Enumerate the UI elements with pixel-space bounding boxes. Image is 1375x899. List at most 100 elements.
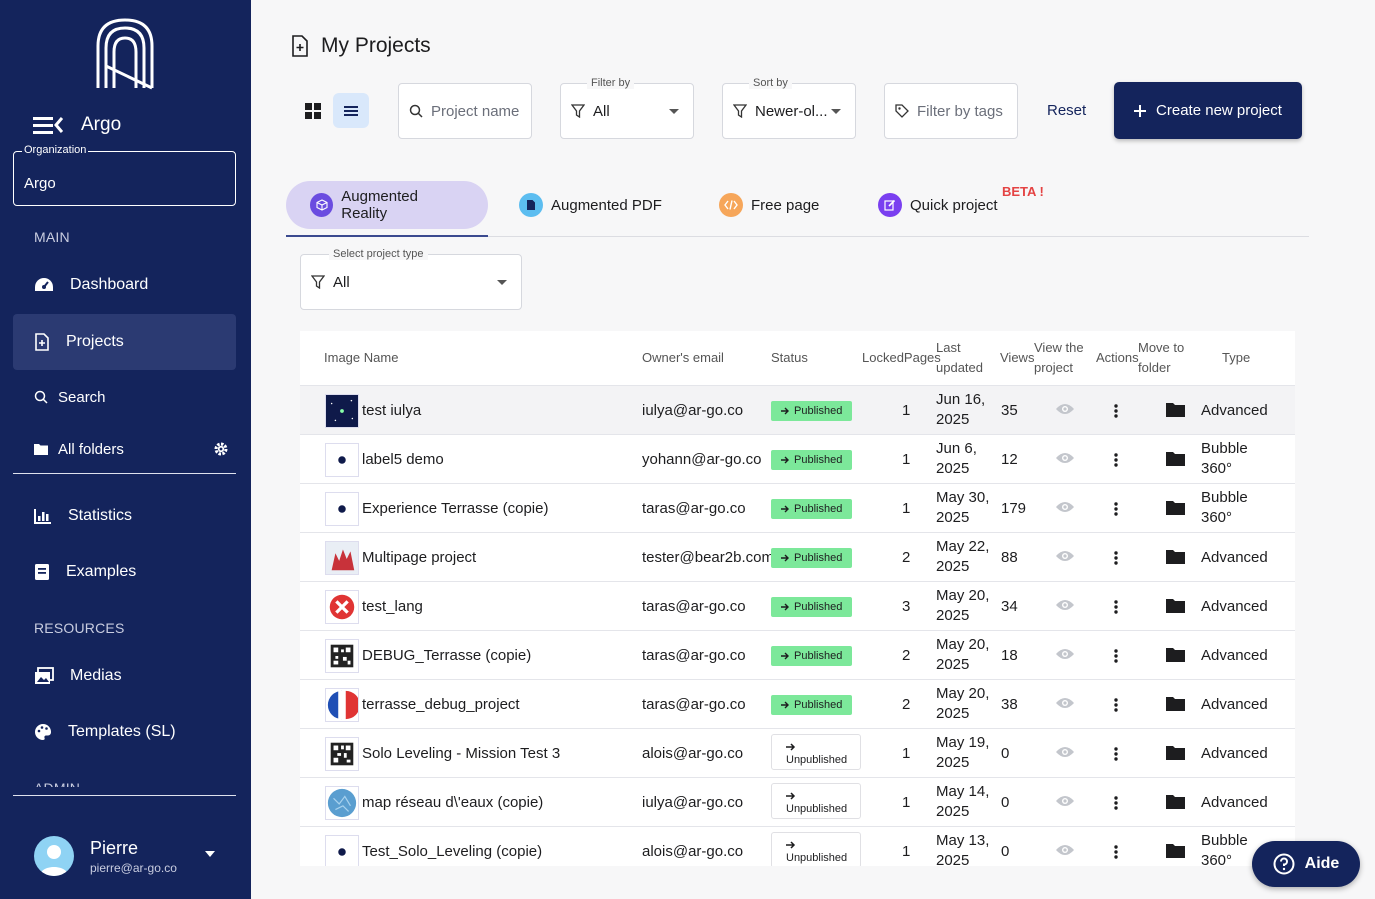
project-name[interactable]: test iulya (362, 401, 637, 421)
table-row[interactable]: test_lang taras@ar-go.co Published 3 May… (300, 582, 1295, 631)
project-thumbnail (325, 786, 359, 820)
table-row[interactable]: Experience Terrasse (copie) taras@ar-go.… (300, 484, 1295, 533)
folder-icon[interactable] (1166, 745, 1185, 760)
nav-templates[interactable]: Templates (SL) (13, 704, 236, 760)
folder-icon[interactable] (1166, 500, 1185, 515)
tags-filter-input[interactable]: Filter by tags (884, 83, 1018, 139)
nav-medias[interactable]: Medias (13, 648, 236, 704)
eye-icon[interactable] (1055, 794, 1075, 808)
project-name[interactable]: map réseau d\'eaux (copie) (362, 793, 637, 813)
table-row[interactable]: Multipage project tester@bear2b.com Publ… (300, 533, 1295, 582)
table-row[interactable]: DEBUG_Terrasse (copie) taras@ar-go.co Pu… (300, 631, 1295, 680)
arrow-right-icon (786, 792, 796, 800)
project-thumbnail (325, 688, 359, 722)
eye-icon[interactable] (1055, 696, 1075, 710)
collapse-menu-icon[interactable] (33, 115, 63, 135)
last-updated-date: May 19, (936, 734, 990, 751)
status-badge[interactable]: Published (771, 548, 853, 568)
code-icon (719, 193, 743, 217)
folder-icon[interactable] (1166, 696, 1185, 711)
status-badge[interactable]: Unpublished (771, 832, 861, 866)
table-row[interactable]: test iulya iulya@ar-go.co Published 1 Ju… (300, 386, 1295, 435)
reset-button[interactable]: Reset (1047, 102, 1086, 119)
table-row[interactable]: map réseau d\'eaux (copie) iulya@ar-go.c… (300, 778, 1295, 827)
more-vertical-icon[interactable] (1113, 403, 1119, 419)
eye-icon[interactable] (1055, 843, 1075, 857)
eye-icon[interactable] (1055, 402, 1075, 416)
nav-templates-label: Templates (SL) (68, 723, 176, 740)
folder-icon[interactable] (1166, 402, 1185, 417)
project-name[interactable]: terrasse_debug_project (362, 695, 637, 715)
nav-all-folders-label: All folders (58, 440, 124, 458)
gear-icon[interactable] (214, 442, 228, 456)
status-badge[interactable]: Published (771, 450, 853, 470)
more-vertical-icon[interactable] (1113, 746, 1119, 762)
nav-dashboard[interactable]: Dashboard (13, 257, 236, 313)
table-row[interactable]: label5 demo yohann@ar-go.co Published 1 … (300, 435, 1295, 484)
folder-icon[interactable] (1166, 843, 1185, 858)
project-name[interactable]: Experience Terrasse (copie) (362, 499, 637, 519)
folder-icon[interactable] (1166, 794, 1185, 809)
folder-icon[interactable] (1166, 598, 1185, 613)
project-name[interactable]: DEBUG_Terrasse (copie) (362, 646, 637, 666)
filter-by-select[interactable]: Filter by All (560, 77, 694, 139)
table-row[interactable]: Solo Leveling - Mission Test 3 alois@ar-… (300, 729, 1295, 778)
grid-view-toggle[interactable] (295, 93, 331, 128)
project-type-select[interactable]: Select project type All (300, 248, 522, 310)
eye-icon[interactable] (1055, 451, 1075, 465)
project-name[interactable]: label5 demo (362, 450, 637, 470)
project-name[interactable]: test_lang (362, 597, 637, 617)
more-vertical-icon[interactable] (1113, 501, 1119, 517)
more-vertical-icon[interactable] (1113, 452, 1119, 468)
status-badge[interactable]: Published (771, 695, 853, 715)
project-name[interactable]: Solo Leveling - Mission Test 3 (362, 744, 637, 764)
project-name[interactable]: Multipage project (362, 548, 637, 568)
nav-examples[interactable]: Examples (13, 544, 236, 600)
status-badge[interactable]: Published (771, 597, 853, 617)
more-vertical-icon[interactable] (1113, 648, 1119, 664)
eye-icon[interactable] (1055, 598, 1075, 612)
more-vertical-icon[interactable] (1113, 795, 1119, 811)
folder-icon[interactable] (1166, 451, 1185, 466)
tab-quick-project[interactable]: Quick project (878, 181, 998, 229)
list-view-toggle[interactable] (333, 93, 369, 128)
user-profile[interactable]: Pierre pierre@ar-go.co (34, 836, 177, 876)
chevron-down-icon[interactable] (205, 851, 215, 857)
nav-all-folders[interactable]: All folders (13, 429, 236, 469)
project-type: Advanced (1201, 646, 1268, 666)
beta-badge: BETA ! (1002, 184, 1044, 199)
project-name-input[interactable]: Project name (398, 83, 532, 139)
eye-icon[interactable] (1055, 549, 1075, 563)
status-badge[interactable]: Published (771, 646, 853, 666)
status-badge[interactable]: Unpublished (771, 783, 861, 819)
tab-augmented-reality[interactable]: Augmented Reality (286, 181, 488, 229)
nav-statistics[interactable]: Statistics (13, 488, 236, 544)
eye-icon[interactable] (1055, 647, 1075, 661)
nav-search[interactable]: Search (13, 377, 236, 417)
status-badge[interactable]: Unpublished (771, 734, 861, 770)
header-actions: Actions (1096, 350, 1139, 365)
more-vertical-icon[interactable] (1113, 844, 1119, 860)
sort-by-select[interactable]: Sort by Newer-ol... (722, 77, 856, 139)
chevron-down-icon (497, 280, 507, 285)
eye-icon[interactable] (1055, 500, 1075, 514)
last-updated-date: May 20, (936, 587, 990, 604)
create-project-button[interactable]: Create new project (1114, 82, 1302, 139)
project-thumbnail (325, 737, 359, 771)
folder-icon[interactable] (1166, 549, 1185, 564)
status-badge[interactable]: Published (771, 401, 853, 421)
eye-icon[interactable] (1055, 745, 1075, 759)
more-vertical-icon[interactable] (1113, 697, 1119, 713)
organization-select[interactable]: Organization Argo (13, 144, 236, 206)
more-vertical-icon[interactable] (1113, 599, 1119, 615)
tab-augmented-pdf[interactable]: Augmented PDF (519, 181, 662, 229)
help-button[interactable]: Aide (1252, 841, 1360, 887)
table-row[interactable]: Test_Solo_Leveling (copie) alois@ar-go.c… (300, 827, 1295, 866)
table-row[interactable]: terrasse_debug_project taras@ar-go.co Pu… (300, 680, 1295, 729)
more-vertical-icon[interactable] (1113, 550, 1119, 566)
folder-icon[interactable] (1166, 647, 1185, 662)
project-name[interactable]: Test_Solo_Leveling (copie) (362, 842, 637, 862)
nav-projects[interactable]: Projects (13, 314, 236, 370)
status-badge[interactable]: Published (771, 499, 853, 519)
tab-free-page[interactable]: Free page (719, 181, 819, 229)
